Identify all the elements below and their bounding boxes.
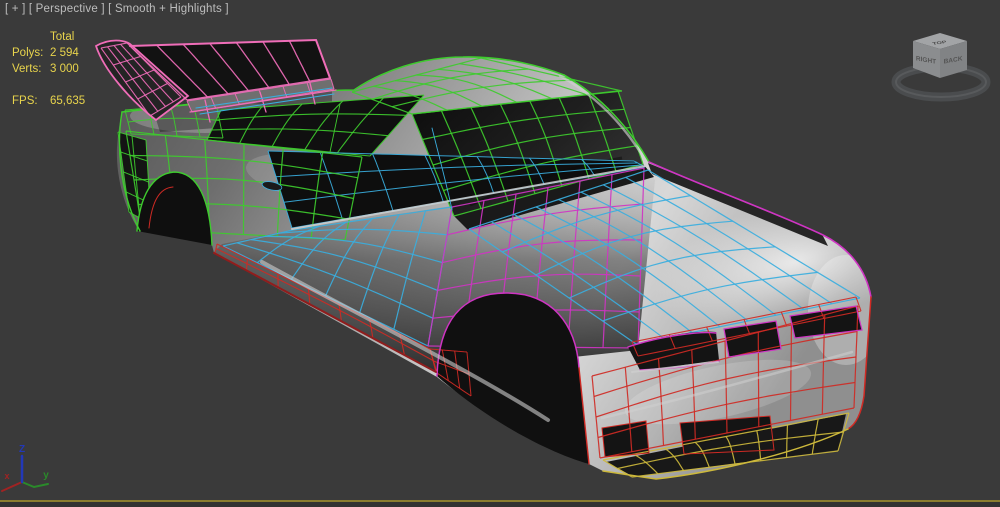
y-axis <box>21 481 49 489</box>
stats-polys-value: 2 594 <box>50 47 79 59</box>
z-axis-label: Z <box>19 444 25 455</box>
viewport-label-menu[interactable]: [ + ] [ Perspective ] [ Smooth + Highlig… <box>5 3 229 15</box>
viewcube[interactable]: TOP RIGHT BACK <box>891 33 991 102</box>
viewport-canvas[interactable]: TOP RIGHT BACK Z y x <box>0 0 1000 507</box>
x-axis-label: x <box>4 471 9 481</box>
x-axis <box>1 481 23 492</box>
stats-fps-value: 65,635 <box>50 95 86 107</box>
viewport[interactable]: [ + ] [ Perspective ] [ Smooth + Highlig… <box>0 0 1000 507</box>
stats-fps-label: FPS: <box>12 95 38 107</box>
y-axis-label: y <box>43 470 49 481</box>
active-viewport-border <box>0 500 1000 507</box>
car-model <box>94 38 872 480</box>
stats-total-header: Total <box>50 31 75 43</box>
stats-verts-label: Verts: <box>12 63 42 75</box>
world-axis-gizmo: Z y x <box>1 444 49 492</box>
stats-polys-label: Polys: <box>12 47 44 59</box>
stats-verts-value: 3 000 <box>50 63 79 75</box>
